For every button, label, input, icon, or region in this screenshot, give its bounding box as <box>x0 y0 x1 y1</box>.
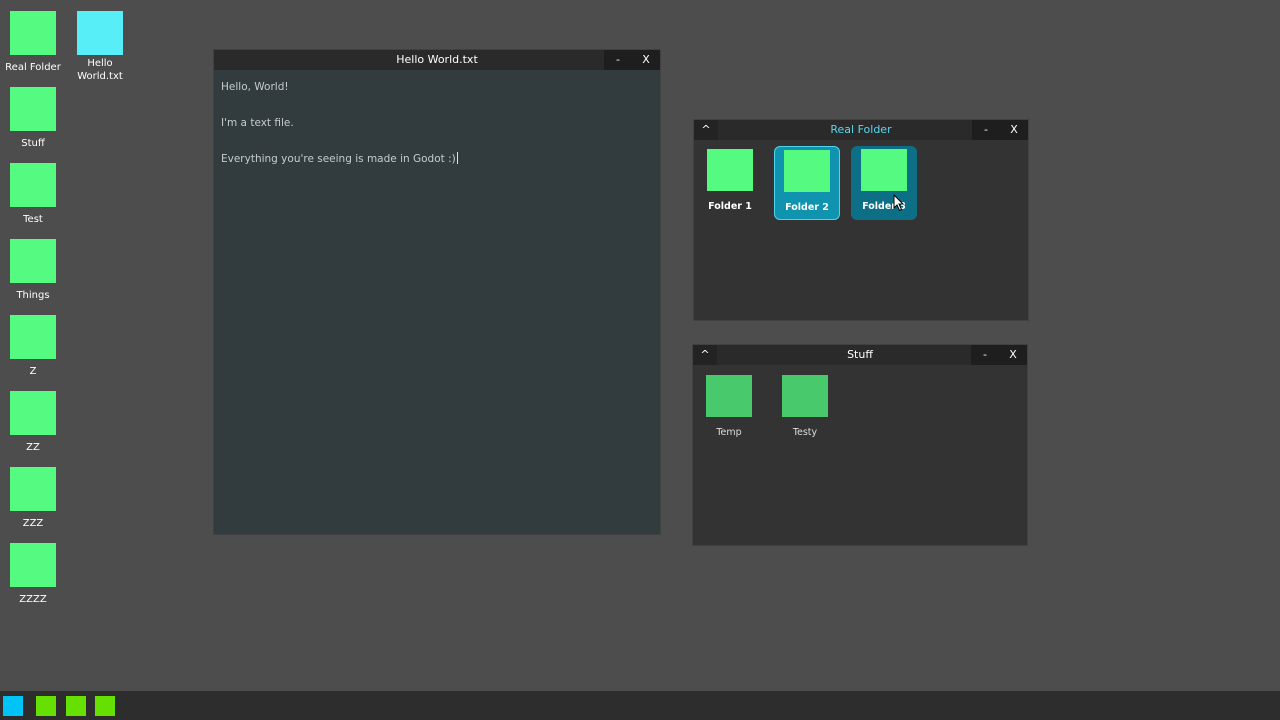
folder-item-folder-3[interactable]: Folder 3 <box>851 146 917 220</box>
close-button[interactable]: X <box>632 50 660 70</box>
desktop-icon-hello-world-txt[interactable]: Hello World.txt <box>68 11 132 83</box>
task-button-1[interactable] <box>36 696 56 716</box>
folder-item-label: Temp <box>716 427 742 438</box>
folder-item-label: Folder 1 <box>708 201 752 212</box>
window-title: Hello World.txt <box>396 53 478 66</box>
desktop-icon-test[interactable]: Test <box>1 163 65 226</box>
task-button-3[interactable] <box>95 696 115 716</box>
folder-icon <box>707 149 753 191</box>
folder-icon <box>10 391 56 435</box>
folder-icon <box>10 315 56 359</box>
desktop-icon-zzzz[interactable]: ZZZZ <box>1 543 65 606</box>
desktop-icon-stuff[interactable]: Stuff <box>1 87 65 150</box>
folder-icon <box>782 375 828 417</box>
text-line: Everything you're seeing is made in Godo… <box>221 150 653 168</box>
desktop-icon-label: Stuff <box>21 138 45 149</box>
task-button-2[interactable] <box>66 696 86 716</box>
folder-item-folder-2[interactable]: Folder 2 <box>774 146 840 220</box>
desktop-icon-zz[interactable]: ZZ <box>1 391 65 454</box>
folder-icon <box>10 11 56 55</box>
folder-icon <box>706 375 752 417</box>
text-editor-window: Hello World.txt - X Hello, World! I'm a … <box>214 50 660 534</box>
desktop-icon-label: Hello World.txt <box>77 58 123 82</box>
window-titlebar[interactable]: Hello World.txt - X <box>214 50 660 70</box>
text-file-icon <box>77 11 123 55</box>
text-line: Hello, World! <box>221 81 289 93</box>
text-line-content: Everything you're seeing is made in Godo… <box>221 153 456 165</box>
folder-item-temp[interactable]: Temp <box>696 372 762 446</box>
text-caret <box>456 152 458 164</box>
folder-item-folder-1[interactable]: Folder 1 <box>697 146 763 220</box>
desktop-icon-label: ZZZ <box>22 518 44 529</box>
folder-contents: Temp Testy <box>693 365 1027 545</box>
mouse-cursor-icon <box>893 194 905 212</box>
desktop-icon-z[interactable]: Z <box>1 315 65 378</box>
text-line: I'm a text file. <box>221 117 294 129</box>
desktop-icon-label: Real Folder <box>5 62 61 73</box>
folder-contents: Folder 1 Folder 2 Folder 3 <box>694 140 1028 320</box>
desktop-icon-label: Things <box>16 290 50 301</box>
taskbar <box>0 691 1280 720</box>
desktop-icon-label: Z <box>29 366 37 377</box>
folder-item-label: Testy <box>792 427 818 438</box>
desktop-icon-label: ZZZZ <box>19 594 47 605</box>
desktop-icon-real-folder[interactable]: Real Folder <box>1 11 65 74</box>
window-titlebar[interactable]: ^ Real Folder - X <box>694 120 1028 140</box>
minimize-button[interactable]: - <box>971 345 999 365</box>
folder-icon <box>10 87 56 131</box>
up-directory-button[interactable]: ^ <box>694 120 718 140</box>
close-button[interactable]: X <box>1000 120 1028 140</box>
folder-icon <box>10 467 56 511</box>
close-button[interactable]: X <box>999 345 1027 365</box>
desktop-icon-label: ZZ <box>26 442 40 453</box>
folder-icon <box>10 163 56 207</box>
window-titlebar[interactable]: ^ Stuff - X <box>693 345 1027 365</box>
desktop-icon-zzz[interactable]: ZZZ <box>1 467 65 530</box>
start-button[interactable] <box>3 696 23 716</box>
desktop-icon-things[interactable]: Things <box>1 239 65 302</box>
folder-item-testy[interactable]: Testy <box>772 372 838 446</box>
folder-icon <box>784 150 830 192</box>
stuff-folder-window: ^ Stuff - X Temp Testy <box>693 345 1027 545</box>
folder-icon <box>10 543 56 587</box>
folder-icon <box>10 239 56 283</box>
desktop-icon-label: Test <box>23 214 43 225</box>
minimize-button[interactable]: - <box>972 120 1000 140</box>
text-editor-area[interactable]: Hello, World! I'm a text file. Everythin… <box>214 70 660 534</box>
up-directory-button[interactable]: ^ <box>693 345 717 365</box>
real-folder-window: ^ Real Folder - X Folder 1 Folder 2 Fold… <box>694 120 1028 320</box>
minimize-button[interactable]: - <box>604 50 632 70</box>
folder-icon <box>861 149 907 191</box>
folder-item-label: Folder 2 <box>785 202 829 213</box>
